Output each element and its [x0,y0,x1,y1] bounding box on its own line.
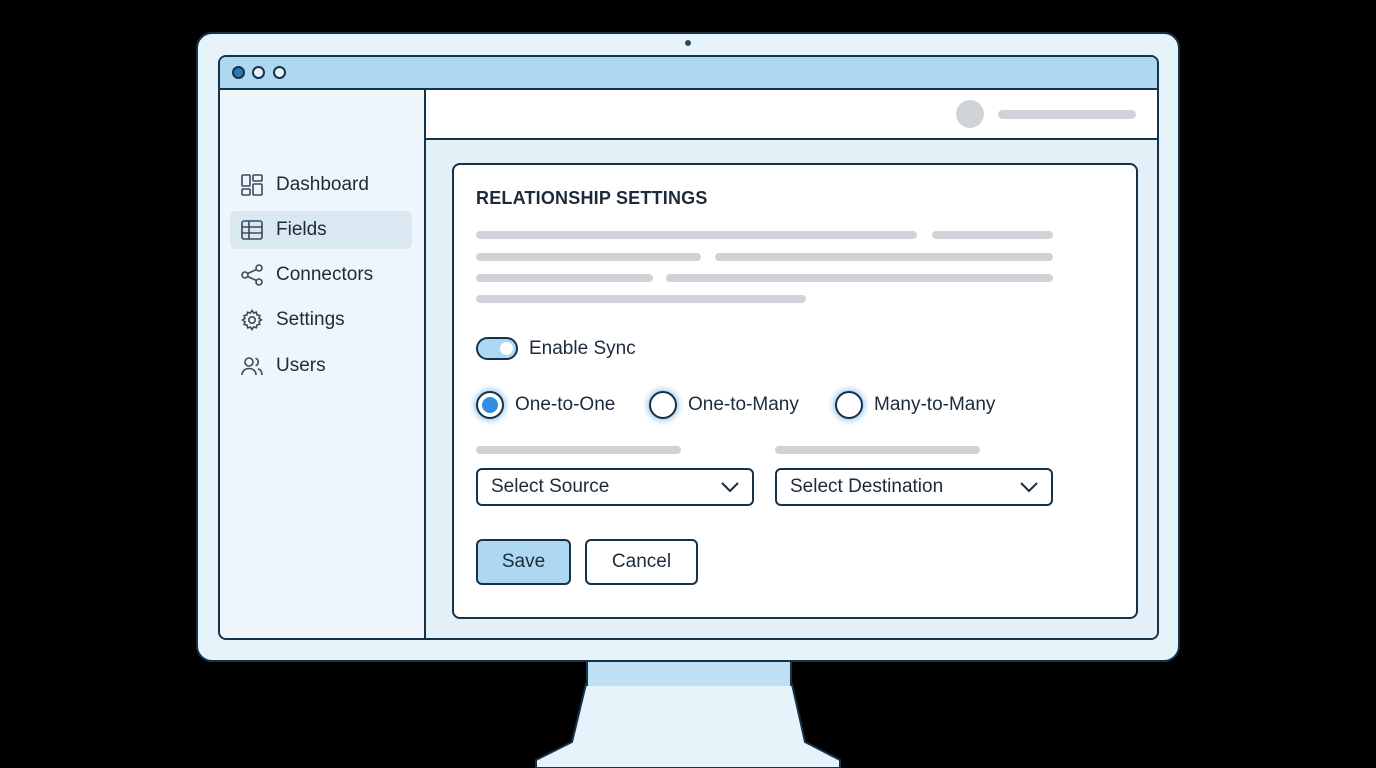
app-window: Dashboard Fields Connectors Settings Use… [218,55,1159,640]
radio-one-to-many[interactable]: One-to-Many [649,391,799,419]
sidebar: Dashboard Fields Connectors Settings Use… [220,90,426,638]
users-icon [241,357,263,376]
enable-sync-label: Enable Sync [529,337,636,359]
placeholder-line [476,231,917,239]
header-placeholder-text [998,110,1136,119]
destination-select[interactable]: Select Destination [775,468,1053,506]
sidebar-item-settings[interactable]: Settings [230,301,412,339]
relationship-settings-card: RELATIONSHIP SETTINGS Enable Sync One-to… [452,163,1138,619]
sidebar-item-users[interactable]: Users [230,347,412,385]
window-titlebar [220,57,1157,90]
window-minimize-dot[interactable] [252,66,265,79]
radio-label: One-to-Many [688,394,799,415]
radio-label: Many-to-Many [874,394,996,415]
source-field-label-placeholder [476,446,681,454]
monitor-neck [586,660,792,686]
sidebar-item-label: Connectors [276,264,374,285]
sidebar-item-label: Dashboard [276,174,369,195]
sidebar-item-label: Settings [276,309,345,330]
cancel-button[interactable]: Cancel [585,539,698,585]
toggle-knob [500,342,513,355]
sidebar-item-dashboard[interactable]: Dashboard [230,166,412,204]
source-select[interactable]: Select Source [476,468,754,506]
placeholder-line [932,231,1053,239]
avatar[interactable] [956,100,984,128]
placeholder-line [476,295,806,303]
destination-select-value: Select Destination [790,476,944,497]
radio-one-to-one[interactable]: One-to-One [476,391,615,419]
chevron-down-icon [721,482,739,493]
table-icon [241,220,263,240]
destination-field-label-placeholder [775,446,980,454]
radio-label: One-to-One [515,394,616,415]
placeholder-line [476,274,653,282]
placeholder-line [715,253,1053,261]
sidebar-item-label: Users [276,355,326,376]
sidebar-item-connectors[interactable]: Connectors [230,256,412,294]
window-close-dot[interactable] [232,66,245,79]
placeholder-line [666,274,1053,282]
placeholder-line [476,253,701,261]
radio-button[interactable] [649,391,677,419]
dashboard-icon [241,174,263,196]
enable-sync-row: Enable Sync [476,337,636,360]
share-icon [241,264,263,286]
window-maximize-dot[interactable] [273,66,286,79]
radio-button[interactable] [476,391,504,419]
top-header [426,90,1157,140]
chevron-down-icon [1020,482,1038,493]
gear-icon [241,309,263,331]
save-button[interactable]: Save [476,539,571,585]
radio-button[interactable] [835,391,863,419]
radio-many-to-many[interactable]: Many-to-Many [835,391,995,419]
webcam-dot [685,40,691,46]
sidebar-item-label: Fields [276,219,327,240]
sidebar-item-fields[interactable]: Fields [230,211,412,249]
card-title: RELATIONSHIP SETTINGS [476,188,708,208]
enable-sync-toggle[interactable] [476,337,518,360]
source-select-value: Select Source [491,476,610,497]
